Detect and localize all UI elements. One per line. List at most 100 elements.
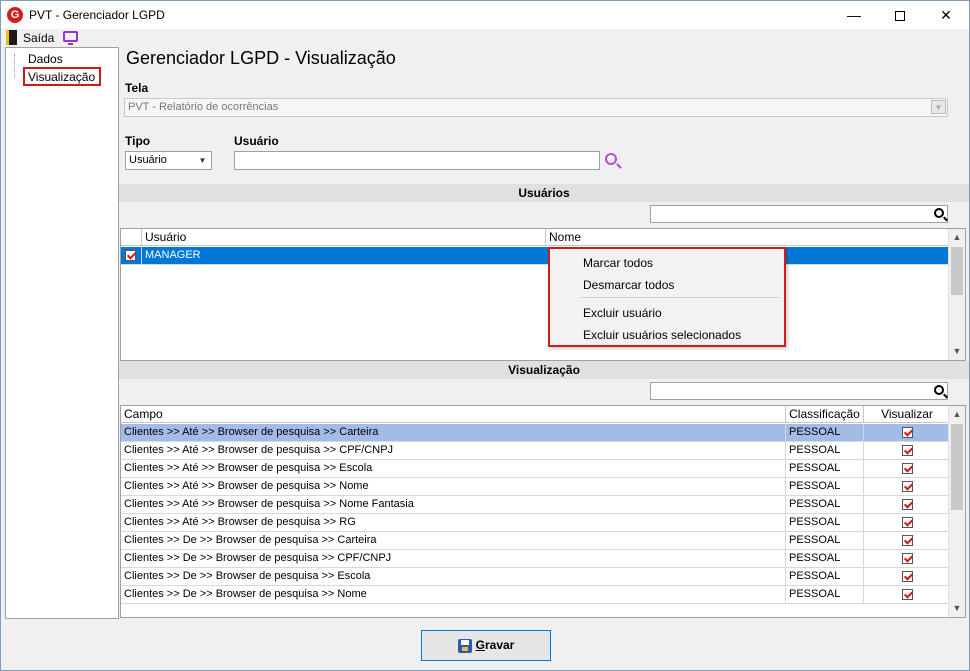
checkbox-checked-icon [901, 552, 913, 564]
tipo-select-value: Usuário [129, 154, 167, 166]
menu-item-desmarcar-todos[interactable]: Desmarcar todos [583, 278, 674, 292]
usuarios-scrollbar[interactable]: ▲ ▼ [948, 229, 965, 360]
tela-select[interactable]: PVT - Relatório de ocorrências ▼ [124, 98, 948, 117]
table-row[interactable]: Clientes >> De >> Browser de pesquisa >>… [121, 532, 950, 550]
cell-visualizar[interactable] [864, 568, 950, 585]
scroll-down-icon[interactable]: ▼ [949, 600, 965, 616]
cell-campo: Clientes >> De >> Browser de pesquisa >>… [121, 532, 786, 549]
row-checkbox[interactable] [121, 247, 142, 264]
cell-visualizar[interactable] [864, 586, 950, 603]
context-menu: Marcar todos Desmarcar todos Excluir usu… [548, 247, 786, 347]
scroll-thumb[interactable] [951, 247, 963, 295]
cell-visualizar[interactable] [864, 496, 950, 513]
cell-campo: Clientes >> Até >> Browser de pesquisa >… [121, 496, 786, 513]
save-button[interactable]: Gravar [421, 630, 551, 661]
scroll-up-icon[interactable]: ▲ [949, 406, 965, 422]
tree-item-visualizacao[interactable]: Visualização [23, 67, 101, 86]
checkbox-checked-icon [901, 570, 913, 582]
cell-campo: Clientes >> Até >> Browser de pesquisa >… [121, 478, 786, 495]
menu-separator [580, 297, 780, 298]
usuarios-section-header: Usuários [119, 184, 969, 202]
cell-campo: Clientes >> De >> Browser de pesquisa >>… [121, 550, 786, 567]
exit-menu-item[interactable]: Saída [23, 31, 54, 45]
scroll-up-icon[interactable]: ▲ [949, 229, 965, 245]
column-header-campo[interactable]: Campo [121, 406, 786, 423]
cell-classificacao: PESSOAL [786, 478, 864, 495]
table-row[interactable]: Clientes >> Até >> Browser de pesquisa >… [121, 478, 950, 496]
checkbox-checked-icon [901, 534, 913, 546]
table-row[interactable]: Clientes >> Até >> Browser de pesquisa >… [121, 424, 950, 442]
minimize-button[interactable]: — [831, 1, 877, 29]
cell-campo: Clientes >> Até >> Browser de pesquisa >… [121, 442, 786, 459]
app-window: G PVT - Gerenciador LGPD — ✕ Saída Dados… [0, 0, 970, 671]
cell-classificacao: PESSOAL [786, 586, 864, 603]
visualizacao-section-header: Visualização [119, 361, 969, 379]
table-row[interactable]: Clientes >> De >> Browser de pesquisa >>… [121, 568, 950, 586]
scroll-thumb[interactable] [951, 424, 963, 510]
save-button-label: ravar [484, 638, 515, 652]
checkbox-checked-icon [125, 249, 136, 261]
floppy-disk-icon [457, 638, 472, 653]
table-row[interactable]: Clientes >> Até >> Browser de pesquisa >… [121, 496, 950, 514]
app-logo-icon: G [7, 7, 23, 23]
cell-classificacao: PESSOAL [786, 532, 864, 549]
menu-bar: Saída [1, 29, 969, 47]
menu-item-marcar-todos[interactable]: Marcar todos [583, 256, 653, 270]
cell-classificacao: PESSOAL [786, 424, 864, 441]
cell-visualizar[interactable] [864, 442, 950, 459]
tree-item-dados[interactable]: Dados [28, 52, 63, 66]
column-header-visualizar[interactable]: Visualizar [864, 406, 950, 423]
cell-visualizar[interactable] [864, 532, 950, 549]
table-row[interactable]: MANAGER [121, 247, 950, 265]
cell-classificacao: PESSOAL [786, 550, 864, 567]
maximize-button[interactable] [877, 1, 923, 29]
cell-visualizar[interactable] [864, 514, 950, 531]
column-header-nome[interactable]: Nome [546, 229, 950, 246]
usuarios-grid: Usuário Nome MANAGER ▲ ▼ [120, 228, 966, 361]
menu-item-excluir-selecionados[interactable]: Excluir usuários selecionados [583, 328, 741, 342]
title-bar: G PVT - Gerenciador LGPD — ✕ [1, 1, 969, 29]
visualizacao-grid-header: Campo Classificação Visualizar [121, 406, 950, 423]
table-row[interactable]: Clientes >> De >> Browser de pesquisa >>… [121, 586, 950, 604]
cell-visualizar[interactable] [864, 460, 950, 477]
checkbox-checked-icon [901, 426, 913, 438]
window-title: PVT - Gerenciador LGPD [29, 8, 165, 22]
exit-door-icon[interactable] [6, 30, 17, 45]
close-button[interactable]: ✕ [923, 1, 969, 29]
save-button-accelerator: G [475, 638, 485, 652]
cell-visualizar[interactable] [864, 478, 950, 495]
cell-visualizar[interactable] [864, 550, 950, 567]
cell-campo: Clientes >> De >> Browser de pesquisa >>… [121, 568, 786, 585]
column-header-usuario[interactable]: Usuário [142, 229, 546, 246]
table-row[interactable]: Clientes >> Até >> Browser de pesquisa >… [121, 514, 950, 532]
cell-visualizar[interactable] [864, 424, 950, 441]
table-row[interactable]: Clientes >> Até >> Browser de pesquisa >… [121, 442, 950, 460]
tela-label: Tela [125, 81, 149, 95]
navigation-tree: Dados Visualização [5, 47, 119, 619]
tree-connector [14, 54, 15, 78]
checkbox-checked-icon [901, 480, 913, 492]
cell-campo: Clientes >> Até >> Browser de pesquisa >… [121, 514, 786, 531]
usuarios-filter-input[interactable] [650, 205, 948, 223]
tipo-label: Tipo [125, 134, 151, 148]
chevron-down-icon: ▼ [195, 153, 210, 167]
scroll-down-icon[interactable]: ▼ [949, 343, 965, 359]
cell-classificacao: PESSOAL [786, 496, 864, 513]
tela-select-value: PVT - Relatório de ocorrências [128, 101, 279, 113]
column-header-classificacao[interactable]: Classificação [786, 406, 864, 423]
checkbox-checked-icon [901, 462, 913, 474]
table-row[interactable]: Clientes >> Até >> Browser de pesquisa >… [121, 460, 950, 478]
monitor-icon[interactable] [63, 31, 78, 45]
search-icon[interactable] [934, 208, 944, 218]
tipo-select[interactable]: Usuário ▼ [125, 151, 212, 170]
table-row[interactable]: Clientes >> De >> Browser de pesquisa >>… [121, 550, 950, 568]
visualizacao-filter-input[interactable] [650, 382, 948, 400]
cell-classificacao: PESSOAL [786, 568, 864, 585]
usuario-input[interactable] [234, 151, 600, 170]
menu-item-excluir-usuario[interactable]: Excluir usuário [583, 306, 662, 320]
search-icon[interactable] [934, 385, 944, 395]
visualizacao-grid: Campo Classificação Visualizar Clientes … [120, 405, 966, 618]
search-icon[interactable] [605, 153, 617, 165]
visualizacao-scrollbar[interactable]: ▲ ▼ [948, 406, 965, 617]
page-title: Gerenciador LGPD - Visualização [126, 48, 396, 68]
